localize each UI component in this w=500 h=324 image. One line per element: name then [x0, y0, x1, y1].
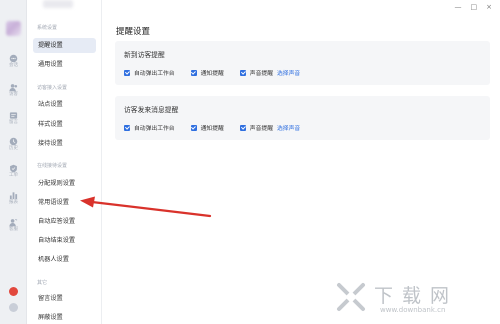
nav-item-style-settings[interactable]: 样式设置: [33, 117, 96, 132]
message-icon: [9, 112, 18, 119]
maximize-button[interactable]: □: [471, 3, 478, 11]
chat-icon: [9, 54, 18, 63]
new-visitor-reminder-card: 新到访客提醒 自动弹出工作台 通知提醒 声音提醒 选择声音: [115, 41, 490, 85]
option-notification[interactable]: 通知提醒: [190, 123, 224, 132]
window-controls: — □ ×: [455, 3, 493, 11]
option-sound[interactable]: 声音提醒: [239, 68, 273, 77]
app-icon-rail: 会话 访客 留言 历史 工单 报表 客服: [0, 0, 27, 324]
visitor-icon: [9, 84, 18, 92]
option-label: 声音提醒: [249, 126, 273, 132]
option-row: 自动弹出工作台 通知提醒 声音提醒 选择声音: [124, 68, 300, 77]
nav-item-reminder-settings[interactable]: 提醒设置: [33, 38, 96, 53]
checkbox-checked-icon[interactable]: [124, 124, 130, 131]
nav-group-system: 系统设置: [37, 25, 58, 31]
settings-nav: 系统设置 提醒设置 通用设置 访客接入设置 站点设置 样式设置 接待设置 在线接…: [27, 0, 102, 324]
rail-label: 留言: [9, 120, 18, 125]
watermark-text: 下载网: [374, 285, 459, 307]
rail-label: 客服: [9, 227, 18, 232]
option-auto-popup[interactable]: 自动弹出工作台: [124, 123, 175, 132]
main-content: — □ × 提醒设置 新到访客提醒 自动弹出工作台 通知提醒 声音提醒 选择声音…: [103, 0, 500, 324]
ticket-icon: [10, 164, 17, 173]
nav-item-general-settings[interactable]: 通用设置: [33, 57, 96, 72]
select-sound-link[interactable]: 选择声音: [277, 123, 300, 132]
rail-item-history[interactable]: 历史: [0, 135, 27, 157]
checkbox-checked-icon[interactable]: [239, 69, 246, 76]
select-sound-link[interactable]: 选择声音: [277, 68, 300, 77]
nav-item-reception-settings[interactable]: 接待设置: [33, 136, 96, 151]
rail-item-visitor[interactable]: 访客: [0, 81, 27, 103]
rail-item-ticket[interactable]: 工单: [0, 162, 27, 184]
checkbox-checked-icon[interactable]: [190, 69, 197, 76]
visitor-message-reminder-card: 访客发来消息提醒 自动弹出工作台 通知提醒 声音提醒 选择声音: [115, 96, 490, 140]
nav-group-online-reception: 在线接待设置: [37, 163, 68, 169]
history-icon: [9, 137, 18, 146]
rail-label: 报表: [9, 200, 18, 205]
option-label: 声音提醒: [249, 71, 273, 77]
help-icon[interactable]: [9, 303, 18, 312]
option-label: 通知提醒: [200, 126, 224, 132]
avatar[interactable]: [6, 21, 21, 36]
card-title: 新到访客提醒: [124, 51, 165, 59]
rail-item-chat[interactable]: 会话: [0, 52, 27, 74]
option-label: 自动弹出工作台: [134, 126, 175, 132]
checkbox-checked-icon[interactable]: [124, 69, 130, 76]
nav-item-robot-settings[interactable]: 机器人设置: [33, 252, 96, 267]
nav-item-block-settings[interactable]: 屏蔽设置: [33, 310, 96, 324]
minimize-button[interactable]: —: [455, 3, 462, 11]
nav-item-message-settings[interactable]: 留言设置: [33, 291, 96, 306]
notification-icon[interactable]: [9, 287, 18, 296]
rail-label: 历史: [9, 146, 18, 151]
watermark-url: www.downbank.cn: [380, 306, 446, 314]
option-label: 通知提醒: [200, 71, 224, 77]
nav-item-auto-end[interactable]: 自动结束设置: [33, 233, 96, 248]
checkbox-checked-icon[interactable]: [190, 124, 197, 131]
rail-item-team[interactable]: 客服: [0, 216, 27, 238]
rail-item-message[interactable]: 留言: [0, 109, 27, 131]
option-sound[interactable]: 声音提醒: [239, 123, 273, 132]
watermark-logo: [337, 283, 365, 311]
option-row: 自动弹出工作台 通知提醒 声音提醒 选择声音: [124, 123, 300, 132]
report-icon: [9, 192, 18, 200]
nav-group-other: 其它: [37, 280, 48, 286]
rail-item-report[interactable]: 报表: [0, 189, 27, 211]
rail-label: 工单: [9, 173, 18, 178]
rail-label: 会话: [9, 63, 18, 68]
option-auto-popup[interactable]: 自动弹出工作台: [124, 68, 175, 77]
nav-group-visitor-access: 访客接入设置: [37, 85, 68, 91]
team-icon: [9, 218, 18, 227]
nav-item-auto-reply[interactable]: 自动应答设置: [33, 214, 96, 229]
rail-label: 访客: [9, 92, 18, 97]
close-button[interactable]: ×: [486, 3, 492, 11]
option-notification[interactable]: 通知提醒: [190, 68, 224, 77]
card-title: 访客发来消息提醒: [124, 106, 179, 114]
blurred-account-name: [43, 0, 73, 8]
checkbox-checked-icon[interactable]: [239, 124, 246, 131]
nav-item-common-phrases[interactable]: 常用语设置: [33, 195, 96, 210]
page-title: 提醒设置: [116, 27, 151, 37]
option-label: 自动弹出工作台: [134, 71, 175, 77]
nav-item-assignment-rules[interactable]: 分配规则设置: [33, 176, 96, 191]
nav-item-site-settings[interactable]: 站点设置: [33, 97, 96, 112]
